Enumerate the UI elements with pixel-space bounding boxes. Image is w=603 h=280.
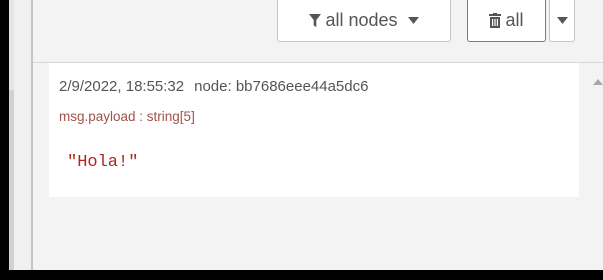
caret-down-icon [556,17,568,24]
filter-icon [309,13,322,28]
debug-message-list[interactable]: 2/9/2022, 18:55:32 node: bb7686eee44a5dc6… [33,63,579,270]
workspace-edge [14,0,31,270]
debug-message[interactable]: 2/9/2022, 18:55:32 node: bb7686eee44a5dc6… [49,63,579,197]
caret-down-icon [407,17,419,24]
clear-messages-button[interactable]: all [467,0,546,42]
message-payload-value[interactable]: "Hola!" [67,153,138,172]
message-list-scrollbar[interactable] [579,63,603,270]
scroll-up-arrow-icon[interactable] [593,79,603,85]
debug-panel: all nodes all 2/9/2022, 18:55:32 node: b… [33,0,603,270]
message-source-node[interactable]: node: bb7686eee44a5dc6 [194,78,368,95]
message-timestamp: 2/9/2022, 18:55:32 [59,78,185,95]
trash-icon [489,13,502,28]
clear-messages-label: all [505,10,524,30]
message-metadata: 2/9/2022, 18:55:32 node: bb7686eee44a5dc6 [59,78,368,95]
filter-nodes-button[interactable]: all nodes [277,0,451,42]
clear-options-dropdown[interactable] [549,0,575,42]
debug-toolbar: all nodes all [33,0,603,63]
debug-sidebar-window: all nodes all 2/9/2022, 18:55:32 node: b… [9,0,603,270]
message-property[interactable]: msg.payload : string[5] [59,109,195,124]
filter-nodes-label: all nodes [325,10,398,30]
